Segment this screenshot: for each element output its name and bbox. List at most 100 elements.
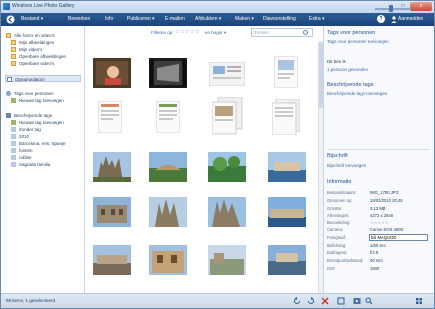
nav-my-pictures[interactable]: Mijn afbeeldingen xyxy=(11,39,54,46)
people-who-label[interactable]: Dit ben ik xyxy=(327,59,346,64)
grid-view-icon[interactable] xyxy=(415,297,423,305)
info-value-filename[interactable]: IMG_1790.JPG xyxy=(370,190,399,195)
photo-thumbnail[interactable] xyxy=(149,197,187,227)
photo-gallery-window: Windows Live Photo Gallery – □ x Bestand… xyxy=(0,0,435,309)
nav-all-photos[interactable]: Alle foto's en video's xyxy=(6,32,55,39)
title-bar[interactable]: Windows Live Photo Gallery – □ x xyxy=(1,1,434,13)
zoom-slider-track[interactable] xyxy=(375,8,411,10)
menu-extra[interactable]: Extra ▾ xyxy=(309,15,325,24)
info-value-dimensions: 4272 x 2848 xyxy=(370,213,394,218)
photo-thumbnail[interactable] xyxy=(268,245,306,275)
document-thumbnail[interactable] xyxy=(274,56,298,88)
divider xyxy=(327,149,430,150)
photo-thumbnail[interactable] xyxy=(93,245,131,275)
nav-tag-sagrada-familia[interactable]: Sagrada familia xyxy=(11,161,50,168)
zoom-slider-knob[interactable] xyxy=(389,5,393,12)
photo-thumbnail[interactable] xyxy=(208,197,246,227)
tag-icon xyxy=(11,148,16,153)
nav-tag-fontein[interactable]: fontein xyxy=(11,147,33,154)
photographer-input[interactable]: bxl MAQUOD xyxy=(369,234,428,241)
menu-bar: Bestand ▾ Bewerken Info Publiceren ▾ E-m… xyxy=(1,13,434,26)
descriptive-tags-heading: Beschrijvende tags xyxy=(327,82,374,88)
people-suggestion-link[interactable]: 1 persoon gevonden xyxy=(327,67,368,72)
add-people-tags-link[interactable]: Tags voor personen toevoegen xyxy=(327,39,389,44)
info-label-filename: Bestandsnaam: xyxy=(327,190,357,195)
info-value-date[interactable]: 18/03/2010 20:45 xyxy=(370,198,403,203)
rating-stars[interactable]: ☆☆☆☆☆ xyxy=(370,220,389,225)
photo-thumbnail[interactable] xyxy=(268,152,306,182)
add-descriptive-tags-link[interactable]: Beschrijvende tags toevoegen xyxy=(327,91,387,96)
nav-my-videos[interactable]: Mijn video's xyxy=(11,46,42,53)
search-icon[interactable] xyxy=(303,30,308,35)
tag-icon xyxy=(11,155,16,160)
photo-thumbnail[interactable] xyxy=(208,152,246,182)
tag-icon xyxy=(11,98,16,103)
rating-filter-dropdown[interactable]: en hoger ▾ xyxy=(205,30,226,36)
photo-thumbnail[interactable] xyxy=(268,197,306,227)
signin-link[interactable]: Aanmelden xyxy=(398,15,423,24)
info-label-rating: Beoordeling: xyxy=(327,220,351,225)
tag-icon xyxy=(11,120,16,125)
photo-thumbnail[interactable] xyxy=(93,197,131,227)
info-label-date: Genomen op: xyxy=(327,198,353,203)
tag-icon xyxy=(6,113,11,118)
user-icon xyxy=(391,16,397,23)
info-value-camera: Canon EOS 450D xyxy=(370,227,404,232)
nav-untagged[interactable]: Zonder tag xyxy=(11,126,41,133)
menu-publiceren[interactable]: Publiceren ▾ xyxy=(127,15,155,24)
nav-tag-robbie[interactable]: robbie xyxy=(11,154,32,161)
nav-add-people-tag[interactable]: Nieuwe tag toevoegen xyxy=(11,97,64,104)
menu-info[interactable]: Info xyxy=(105,15,113,24)
close-button[interactable]: x xyxy=(410,2,432,11)
fit-window-icon[interactable] xyxy=(337,297,345,305)
filter-label: Filteren op: xyxy=(151,30,174,35)
photo-thumbnail[interactable] xyxy=(93,152,131,182)
document-thumbnail[interactable] xyxy=(156,101,180,133)
back-arrow-icon[interactable] xyxy=(6,15,15,24)
video-thumbnail[interactable] xyxy=(149,58,187,88)
menu-emailen[interactable]: E-mailen xyxy=(165,15,185,24)
document-thumbnail[interactable] xyxy=(209,62,245,86)
person-icon xyxy=(6,91,11,96)
rotate-right-icon[interactable] xyxy=(307,297,315,305)
info-value-iso: 1600 xyxy=(370,266,380,271)
photo-thumbnail[interactable] xyxy=(208,245,246,275)
folder-icon xyxy=(11,61,16,66)
add-caption-link[interactable]: Bijschrift toevoegen xyxy=(327,163,366,168)
nav-add-descriptive-tag[interactable]: Nieuwe tag toevoegen xyxy=(11,119,64,126)
menu-bewerken[interactable]: Bewerken xyxy=(68,15,90,24)
rotate-left-icon[interactable] xyxy=(293,297,301,305)
nav-public-videos[interactable]: Openbare video's xyxy=(11,60,54,67)
nav-descriptive-tags[interactable]: Beschrijvende tags xyxy=(6,112,52,119)
folder-icon xyxy=(11,40,16,45)
info-label-focal-length: Brandpuntsafstand: xyxy=(327,258,364,263)
folder-icon xyxy=(11,47,16,52)
delete-icon[interactable] xyxy=(321,297,329,305)
info-label-photographer: Fotograaf: xyxy=(327,235,347,240)
info-label-exposure: Belichting: xyxy=(327,243,347,248)
photo-thumbnail[interactable] xyxy=(149,152,187,182)
menu-bestand[interactable]: Bestand ▾ xyxy=(21,15,43,24)
photo-thumbnail[interactable] xyxy=(149,245,187,275)
info-label-iso: ISO: xyxy=(327,266,336,271)
document-thumbnail[interactable] xyxy=(272,99,300,135)
slideshow-icon[interactable] xyxy=(353,297,361,305)
rating-filter-stars[interactable]: ☆☆☆☆☆ xyxy=(175,29,200,35)
document-thumbnail[interactable] xyxy=(212,97,244,135)
nav-date-taken[interactable]: Opnamedatum xyxy=(5,75,81,82)
menu-maken[interactable]: Maken ▾ xyxy=(235,15,254,24)
info-value-size: 3.13 MB xyxy=(370,206,386,211)
menu-diavoorstelling[interactable]: Diavoorstelling xyxy=(263,15,296,24)
caption-heading: Bijschrift xyxy=(327,153,348,159)
photo-thumbnail[interactable] xyxy=(93,58,131,88)
nav-tag-barcelona[interactable]: Barcelona, reis, Spanje xyxy=(11,140,66,147)
menu-afdrukken[interactable]: Afdrukken ▾ xyxy=(195,15,221,24)
document-thumbnail[interactable] xyxy=(98,101,122,133)
info-label-camera: Camera: xyxy=(327,227,344,232)
nav-public-pictures[interactable]: Openbare afbeeldingen xyxy=(11,53,66,60)
nav-tag-2010[interactable]: 2010 xyxy=(11,133,29,140)
tag-icon xyxy=(11,127,16,132)
help-icon[interactable]: ? xyxy=(377,15,385,23)
nav-people-tags[interactable]: Tags voor personen xyxy=(6,90,54,97)
zoom-icon[interactable] xyxy=(365,297,373,305)
